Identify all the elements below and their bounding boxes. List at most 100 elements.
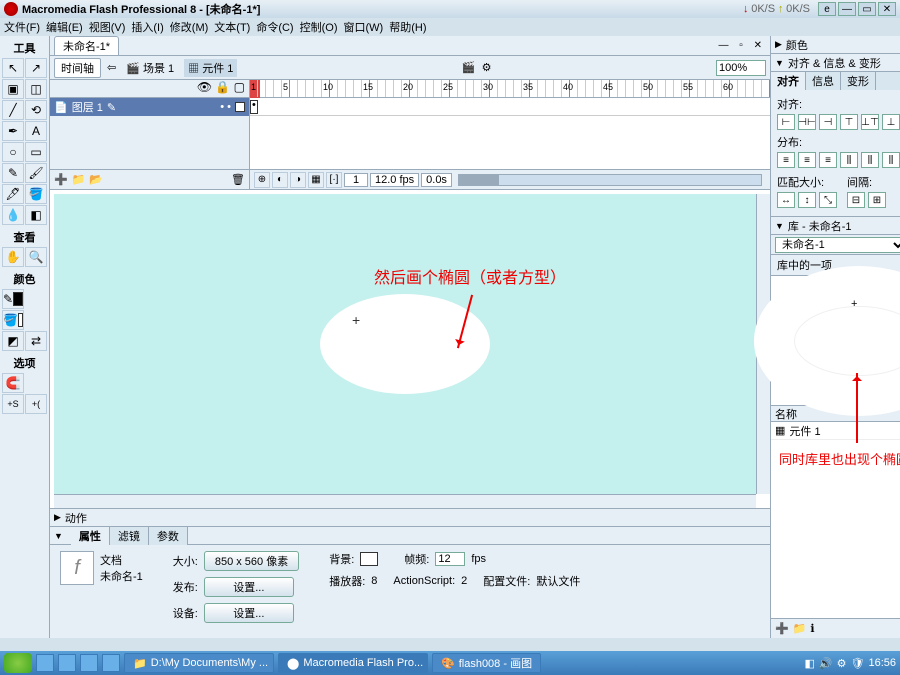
dist-left-icon[interactable]: ⫼	[840, 152, 858, 168]
straighten-option[interactable]: +(	[25, 394, 47, 414]
menu-control[interactable]: 控制(O)	[300, 19, 338, 35]
tab-properties[interactable]: 属性	[71, 527, 110, 545]
lasso-tool[interactable]: ⟲	[25, 100, 47, 120]
ie-icon[interactable]: e	[818, 2, 836, 16]
gradient-transform-tool[interactable]: ◫	[25, 79, 47, 99]
align-vcenter-icon[interactable]: ⊥⊤	[861, 114, 879, 130]
tray-icon[interactable]: 🔊	[819, 657, 833, 670]
quicklaunch-icon[interactable]	[102, 654, 120, 672]
layer-outline-swatch[interactable]	[235, 102, 245, 112]
bg-color-swatch[interactable]	[360, 552, 378, 566]
brush-tool[interactable]: 🖌	[25, 163, 47, 183]
timeline-toggle-button[interactable]: 时间轴	[54, 58, 101, 78]
new-symbol-icon[interactable]: ➕	[775, 622, 789, 635]
match-both-icon[interactable]: ⤡	[819, 192, 837, 208]
black-white-icon[interactable]: ◩	[2, 331, 24, 351]
clock[interactable]: 16:56	[868, 657, 896, 669]
tray-icon[interactable]: 🛡	[851, 657, 865, 670]
tab-parameters[interactable]: 参数	[149, 527, 188, 545]
taskbar-item[interactable]: 🎨 flash008 - 画图	[432, 653, 541, 673]
modify-onion-icon[interactable]: [·]	[326, 172, 342, 188]
menu-window[interactable]: 窗口(W)	[344, 19, 384, 35]
quicklaunch-icon[interactable]	[80, 654, 98, 672]
stage[interactable]: + 然后画个椭圆（或者方型）	[54, 194, 756, 494]
timeline-scrollbar[interactable]	[458, 174, 762, 186]
back-icon[interactable]: ⇦	[107, 61, 116, 74]
library-panel-header[interactable]: ▼库 - 未命名-1	[771, 217, 900, 235]
onion-skin-icon[interactable]: ◐	[272, 172, 288, 188]
dist-vcenter-icon[interactable]: ≡	[798, 152, 816, 168]
oval-tool[interactable]: ○	[2, 142, 24, 162]
tray-icon[interactable]: ⚙	[837, 657, 847, 670]
center-frame-icon[interactable]: ⊕	[254, 172, 270, 188]
delete-layer-icon[interactable]: 🗑	[231, 173, 245, 186]
swap-colors-icon[interactable]: ⇄	[25, 331, 47, 351]
dist-top-icon[interactable]: ≡	[777, 152, 795, 168]
menu-edit[interactable]: 编辑(E)	[46, 19, 83, 35]
edit-symbol-icon[interactable]: ⚙	[482, 61, 492, 74]
subselection-tool[interactable]: ↗	[25, 58, 47, 78]
library-select[interactable]: 未命名-1	[775, 237, 900, 253]
taskbar-item-active[interactable]: ⬤ Macromedia Flash Pro...	[278, 653, 428, 673]
tab-filters[interactable]: 滤镜	[110, 527, 149, 545]
col-name[interactable]: 名称	[771, 406, 900, 421]
maximize-button[interactable]: ▭	[858, 2, 876, 16]
properties-icon[interactable]: ℹ	[810, 622, 814, 635]
color-panel-header[interactable]: ▶颜色	[771, 36, 900, 54]
timeline-ruler[interactable]: 151015202530354045505560	[250, 80, 770, 98]
pencil-tool[interactable]: ✎	[2, 163, 24, 183]
match-height-icon[interactable]: ↕	[798, 192, 816, 208]
layer-row[interactable]: 📄 图层 1 ✎ • •	[50, 98, 249, 116]
ink-bottle-tool[interactable]: 🖋	[2, 184, 24, 204]
frame-track[interactable]	[250, 98, 770, 116]
free-transform-tool[interactable]: ▣	[2, 79, 24, 99]
align-right-icon[interactable]: ⊣	[819, 114, 837, 130]
zoom-tool[interactable]: 🔍	[25, 247, 47, 267]
paint-bucket-tool[interactable]: 🪣	[25, 184, 47, 204]
quicklaunch-icon[interactable]	[58, 654, 76, 672]
onion-outline-icon[interactable]: ◑	[290, 172, 306, 188]
tray-icon[interactable]: ◧	[805, 657, 815, 670]
align-left-icon[interactable]: ⊢	[777, 114, 795, 130]
new-folder-icon[interactable]: 📁	[793, 622, 807, 635]
keyframe[interactable]	[250, 100, 258, 114]
stage-hscrollbar[interactable]	[54, 494, 756, 508]
zoom-input[interactable]	[716, 60, 766, 76]
fps-input[interactable]	[435, 552, 465, 566]
menu-modify[interactable]: 修改(M)	[170, 19, 209, 35]
quicklaunch-icon[interactable]	[36, 654, 54, 672]
line-tool[interactable]: ╱	[2, 100, 24, 120]
add-folder-icon[interactable]: 📂	[89, 173, 103, 186]
drawn-ellipse[interactable]: +	[320, 294, 490, 394]
stroke-color[interactable]: ✎	[2, 289, 24, 309]
tab-transform[interactable]: 变形	[841, 72, 876, 90]
dist-right-icon[interactable]: ⫼	[882, 152, 900, 168]
hand-tool[interactable]: ✋	[2, 247, 24, 267]
size-button[interactable]: 850 x 560 像素	[204, 551, 299, 571]
fill-color[interactable]: 🪣	[2, 310, 24, 330]
edit-multiple-icon[interactable]: ▦	[308, 172, 324, 188]
document-tab[interactable]: 未命名-1*	[54, 36, 119, 55]
align-hcenter-icon[interactable]: ⊣⊢	[798, 114, 816, 130]
symbol-crumb[interactable]: ▦ 元件 1	[184, 59, 237, 77]
pen-tool[interactable]: ✒	[2, 121, 24, 141]
tab-info[interactable]: 信息	[806, 72, 841, 90]
add-layer-icon[interactable]: ➕	[54, 173, 68, 186]
publish-settings-button[interactable]: 设置...	[204, 577, 294, 597]
menu-help[interactable]: 帮助(H)	[389, 19, 426, 35]
add-guide-icon[interactable]: 📁	[72, 173, 86, 186]
library-item[interactable]: ▦ 元件 1 影片剪	[771, 422, 900, 440]
start-button[interactable]	[4, 653, 32, 673]
close-button[interactable]: ✕	[878, 2, 896, 16]
space-v-icon[interactable]: ⊟	[847, 192, 865, 208]
timeline-frames[interactable]: 151015202530354045505560 ⊕ ◐ ◑ ▦ [·] 1 1…	[250, 80, 770, 189]
match-width-icon[interactable]: ↔	[777, 192, 795, 208]
properties-panel-header[interactable]: ▼ 属性 滤镜 参数	[50, 527, 770, 545]
taskbar-item[interactable]: 📁 D:\My Documents\My ...	[124, 653, 274, 673]
text-tool[interactable]: A	[25, 121, 47, 141]
menu-file[interactable]: 文件(F)	[4, 19, 40, 35]
actions-panel-header[interactable]: ▶ 动作	[50, 509, 770, 527]
device-settings-button[interactable]: 设置...	[204, 603, 294, 623]
snap-option[interactable]: 🧲	[2, 373, 24, 393]
rectangle-tool[interactable]: ▭	[25, 142, 47, 162]
